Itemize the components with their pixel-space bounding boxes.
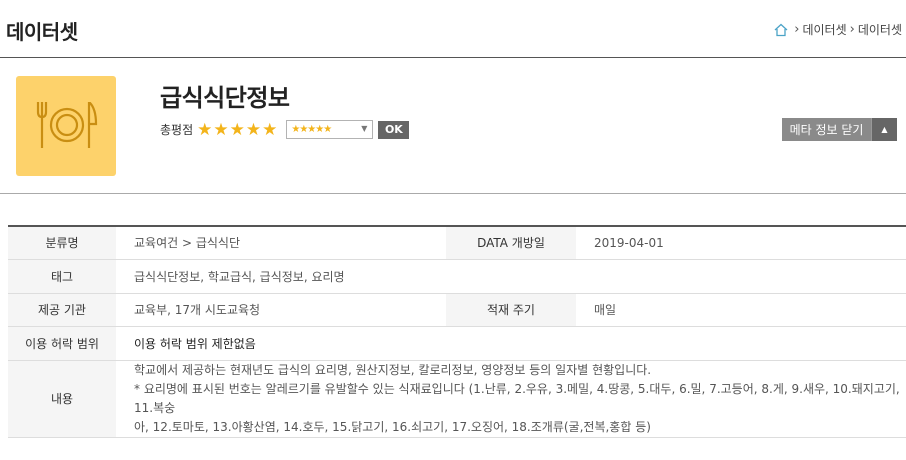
content-line: * 요리명에 표시된 번호는 알레르기를 유발할수 있는 식재료입니다 (1.난… (134, 381, 900, 415)
rating-row: 총평점 ★ ★ ★ ★ ★ ★★★★★ ▼ OK (160, 120, 410, 139)
table-row: 태그 급식식단정보, 학교급식, 급식정보, 요리명 (8, 259, 906, 294)
home-icon[interactable] (773, 22, 789, 38)
metadata-table: 분류명 교육여건 > 급식식단 DATA 개방일 2019-04-01 태그 급… (8, 225, 906, 438)
breadcrumb-item-2[interactable]: 데이터셋 (858, 21, 902, 38)
breadcrumb: › 데이터셋 › 데이터셋 (773, 21, 902, 38)
dataset-title: 급식식단정보 (160, 84, 290, 112)
rating-label: 총평점 (160, 123, 194, 137)
star-icon: ★ (229, 119, 245, 140)
table-row: 제공 기관 교육부, 17개 시도교육청 적재 주기 매일 (8, 293, 906, 327)
rating-select-value: ★★★★★ (291, 124, 332, 135)
chevron-up-icon[interactable]: ▲ (871, 118, 897, 141)
dataset-thumbnail (16, 76, 116, 176)
open-date-label: DATA 개방일 (446, 226, 576, 260)
category-label: 분류명 (8, 226, 116, 260)
chevron-right-icon: › (794, 22, 800, 37)
star-icon: ★ (213, 119, 229, 140)
tags-value: 급식식단정보, 학교급식, 급식정보, 요리명 (116, 259, 906, 294)
chevron-right-icon: › (849, 22, 855, 37)
content-line: 아, 12.토마토, 13.아황산염, 14.호두, 15.닭고기, 16.쇠고… (134, 419, 651, 434)
star-icon: ★ (262, 119, 278, 140)
provider-label: 제공 기관 (8, 293, 116, 327)
tags-label: 태그 (8, 259, 116, 294)
rating-select[interactable]: ★★★★★ ▼ (286, 120, 374, 139)
table-row: 이용 허락 범위 이용 허락 범위 제한없음 (8, 326, 906, 361)
open-date-value: 2019-04-01 (576, 226, 906, 260)
license-label: 이용 허락 범위 (8, 326, 116, 361)
meta-toggle: 메타 정보 닫기 ▲ (782, 118, 897, 141)
dataset-summary: 급식식단정보 총평점 ★ ★ ★ ★ ★ ★★★★★ ▼ OK 메타 정보 닫기 ▲ (0, 58, 906, 194)
provider-value: 교육부, 17개 시도교육청 (116, 293, 446, 327)
cycle-label: 적재 주기 (446, 293, 576, 327)
page-header: 데이터셋 › 데이터셋 › 데이터셋 (0, 0, 906, 58)
category-value: 교육여건 > 급식식단 (116, 226, 446, 260)
star-icon: ★ (245, 119, 262, 140)
rating-stars: ★ ★ ★ ★ ★ (197, 121, 278, 139)
rating-ok-button[interactable]: OK (378, 120, 410, 139)
table-row: 내용 학교에서 제공하는 현재년도 급식의 요리명, 원산지정보, 칼로리정보,… (8, 360, 906, 438)
table-row: 분류명 교육여건 > 급식식단 DATA 개방일 2019-04-01 (8, 226, 906, 260)
meta-close-button[interactable]: 메타 정보 닫기 (782, 118, 871, 141)
content-label: 내용 (8, 360, 116, 438)
breadcrumb-item-1[interactable]: 데이터셋 (802, 21, 846, 38)
star-icon: ★ (197, 119, 213, 140)
cycle-value: 매일 (576, 293, 906, 327)
chevron-down-icon: ▼ (361, 124, 368, 133)
page-title: 데이터셋 (6, 20, 78, 44)
content-value: 학교에서 제공하는 현재년도 급식의 요리명, 원산지정보, 칼로리정보, 영양… (116, 360, 906, 438)
license-value: 이용 허락 범위 제한없음 (116, 326, 906, 361)
restaurant-icon (36, 102, 98, 148)
content-line: 학교에서 제공하는 현재년도 급식의 요리명, 원산지정보, 칼로리정보, 영양… (134, 362, 652, 377)
